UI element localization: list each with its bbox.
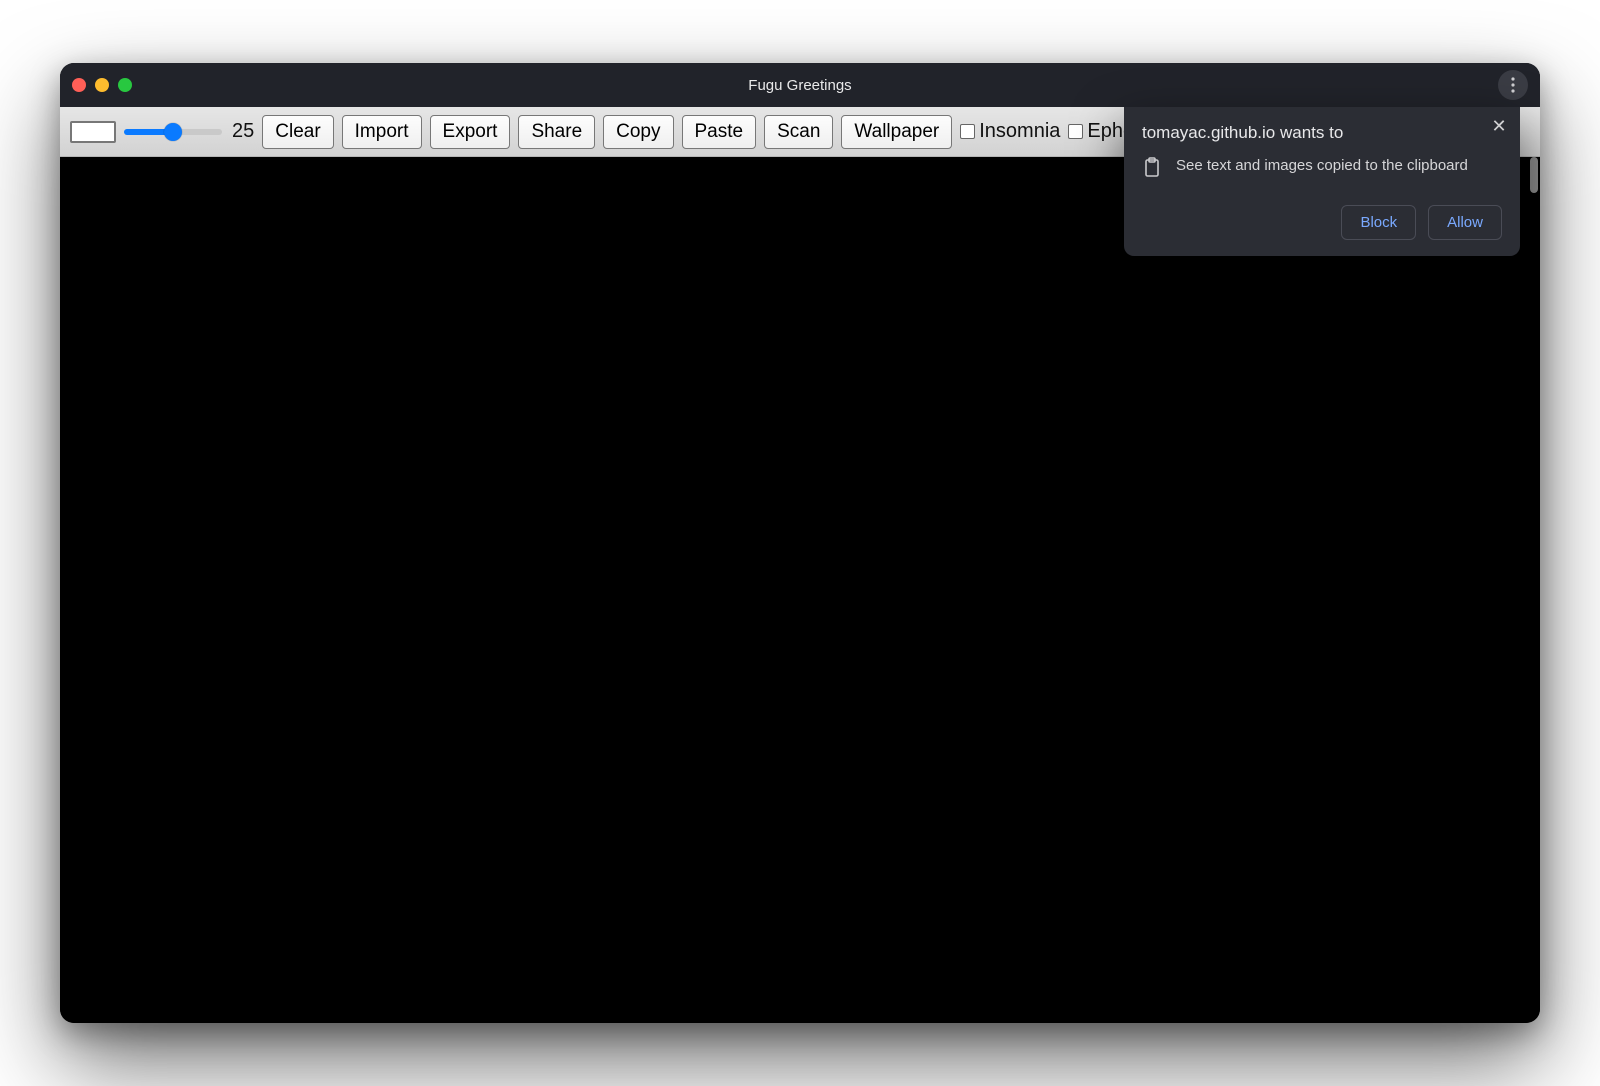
import-button[interactable]: Import: [342, 115, 422, 149]
clipboard-icon: [1142, 157, 1162, 183]
permission-item: See text and images copied to the clipbo…: [1142, 157, 1502, 183]
allow-button[interactable]: Allow: [1428, 205, 1502, 240]
kebab-menu-button[interactable]: [1498, 70, 1528, 100]
insomnia-toggle: Insomnia: [960, 120, 1060, 143]
scan-button[interactable]: Scan: [764, 115, 833, 149]
permission-prompt: ✕ tomayac.github.io wants to See text an…: [1124, 107, 1520, 256]
permission-wants: wants to: [1280, 123, 1343, 142]
window-controls: [72, 78, 132, 92]
titlebar: Fugu Greetings: [60, 63, 1540, 107]
minimize-window-button[interactable]: [95, 78, 109, 92]
insomnia-label: Insomnia: [979, 120, 1060, 143]
insomnia-checkbox[interactable]: [960, 124, 975, 139]
share-button[interactable]: Share: [518, 115, 595, 149]
window-title: Fugu Greetings: [60, 77, 1540, 94]
permission-headline: tomayac.github.io wants to: [1142, 123, 1502, 143]
close-window-button[interactable]: [72, 78, 86, 92]
block-button[interactable]: Block: [1341, 205, 1416, 240]
wallpaper-button[interactable]: Wallpaper: [841, 115, 952, 149]
ephemeral-checkbox[interactable]: [1068, 124, 1083, 139]
close-icon[interactable]: ✕: [1490, 117, 1508, 135]
clear-button[interactable]: Clear: [262, 115, 333, 149]
drawing-canvas[interactable]: [60, 157, 1540, 1023]
paste-button[interactable]: Paste: [682, 115, 757, 149]
brush-size-slider[interactable]: [124, 122, 222, 142]
color-picker-swatch[interactable]: [70, 121, 116, 143]
permission-origin: tomayac.github.io: [1142, 123, 1275, 142]
scrollbar-thumb[interactable]: [1530, 157, 1538, 193]
app-window: Fugu Greetings 25 Clear Import Export Sh: [60, 63, 1540, 1023]
permission-actions: Block Allow: [1142, 205, 1502, 240]
slider-thumb[interactable]: [164, 123, 182, 141]
copy-button[interactable]: Copy: [603, 115, 673, 149]
permission-item-text: See text and images copied to the clipbo…: [1176, 157, 1468, 174]
more-vertical-icon: [1511, 77, 1515, 93]
export-button[interactable]: Export: [430, 115, 511, 149]
brush-size-value: 25: [232, 120, 254, 143]
zoom-window-button[interactable]: [118, 78, 132, 92]
brush-size-control: 25: [124, 120, 254, 143]
